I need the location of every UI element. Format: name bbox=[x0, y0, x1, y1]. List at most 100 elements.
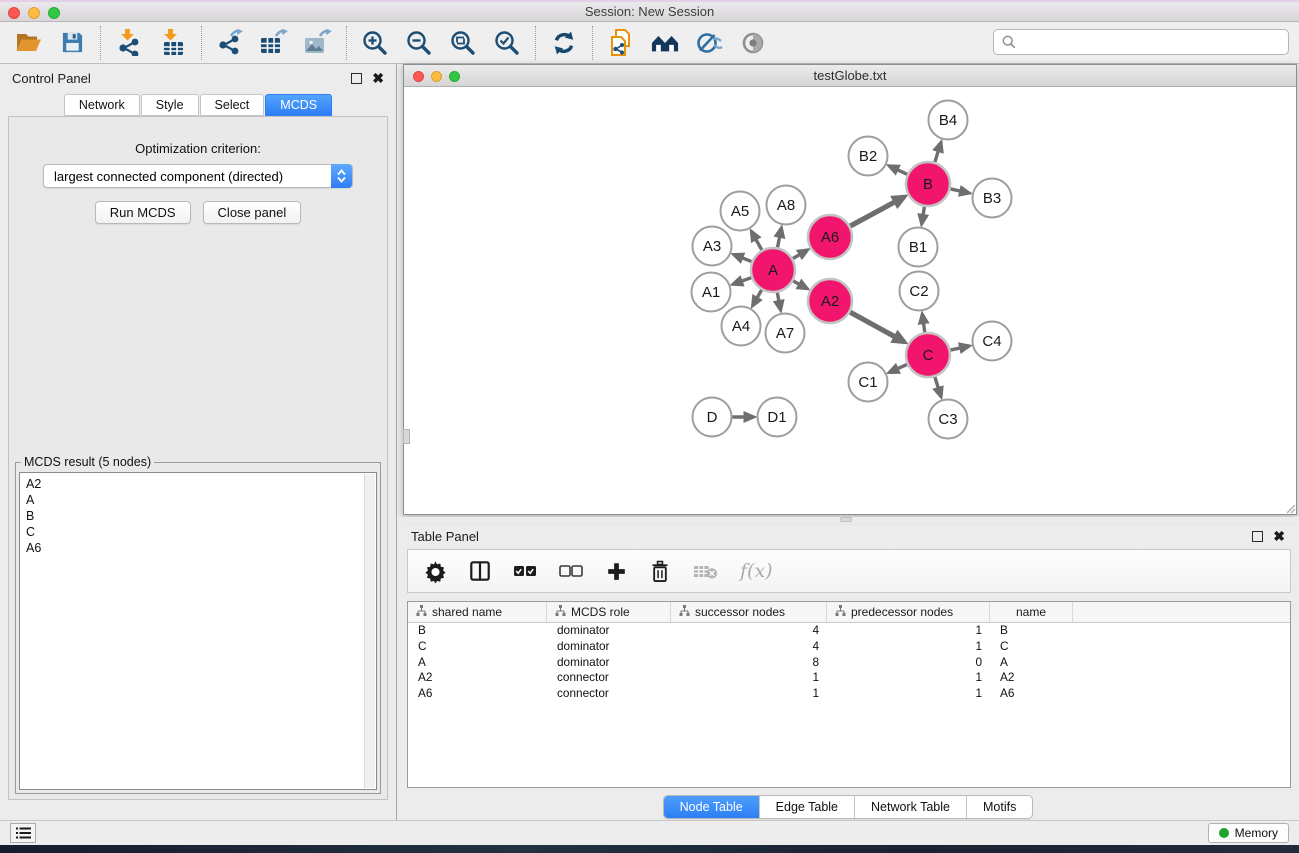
export-image-icon[interactable] bbox=[304, 29, 332, 57]
close-panel-icon[interactable]: ✖ bbox=[372, 73, 384, 84]
close-panel-button[interactable]: Close panel bbox=[203, 201, 302, 224]
edge-A-A4[interactable] bbox=[753, 290, 762, 306]
table-float-panel-icon[interactable] bbox=[1252, 531, 1263, 542]
table-row[interactable]: A6connector11A6 bbox=[408, 686, 1290, 702]
add-column-icon[interactable] bbox=[605, 558, 627, 584]
tab-select[interactable]: Select bbox=[200, 94, 265, 116]
edge-A-A6[interactable] bbox=[793, 250, 808, 258]
close-window-button[interactable] bbox=[8, 7, 20, 19]
result-scrollbar[interactable] bbox=[364, 474, 375, 788]
cell-mcds_role[interactable]: dominator bbox=[547, 623, 671, 639]
cell-predecessor_nodes[interactable]: 0 bbox=[827, 655, 990, 671]
result-item[interactable]: C bbox=[26, 524, 370, 540]
cell-name[interactable]: B bbox=[990, 623, 1073, 639]
node-B3[interactable]: B3 bbox=[973, 179, 1012, 218]
tab-edge-table[interactable]: Edge Table bbox=[760, 796, 855, 818]
network-graph[interactable]: B4B2BB3A8A5A6A3B1AC2A1A2A4A7C4CC1C3DD1 bbox=[404, 87, 1296, 514]
node-B2[interactable]: B2 bbox=[849, 137, 888, 176]
edge-B-B3[interactable] bbox=[950, 189, 969, 193]
node-B1[interactable]: B1 bbox=[899, 228, 938, 267]
show-all-icon[interactable] bbox=[739, 29, 767, 57]
node-A6[interactable]: A6 bbox=[808, 215, 852, 259]
node-C2[interactable]: C2 bbox=[900, 272, 939, 311]
import-network-icon[interactable] bbox=[115, 29, 143, 57]
table-settings-gear-icon[interactable] bbox=[424, 558, 447, 584]
task-history-button[interactable] bbox=[10, 823, 36, 843]
function-builder-icon[interactable]: f(x) bbox=[740, 558, 773, 584]
minimize-window-button[interactable] bbox=[28, 7, 40, 19]
float-panel-icon[interactable] bbox=[351, 73, 362, 84]
splitter-grip[interactable] bbox=[840, 517, 852, 522]
tab-style[interactable]: Style bbox=[141, 94, 199, 116]
save-session-icon[interactable] bbox=[58, 29, 86, 57]
network-window-titlebar[interactable]: testGlobe.txt bbox=[404, 65, 1296, 87]
edge-A-A8[interactable] bbox=[778, 228, 782, 247]
export-table-icon[interactable] bbox=[260, 29, 288, 57]
toggle-columns-icon[interactable] bbox=[469, 558, 491, 584]
edge-C-C4[interactable] bbox=[950, 346, 969, 350]
mcds-result-list[interactable]: A2ABCA6 bbox=[19, 472, 377, 790]
edge-A-A5[interactable] bbox=[751, 232, 761, 250]
hide-selected-icon[interactable] bbox=[695, 29, 723, 57]
run-mcds-button[interactable]: Run MCDS bbox=[95, 201, 191, 224]
select-all-checkboxes-icon[interactable] bbox=[513, 558, 537, 584]
zoom-in-icon[interactable] bbox=[361, 29, 389, 57]
edge-A6-B[interactable] bbox=[850, 197, 904, 226]
cell-successor_nodes[interactable]: 4 bbox=[671, 639, 827, 655]
tab-mcds[interactable]: MCDS bbox=[265, 94, 332, 116]
column-header-shared-name[interactable]: shared name bbox=[408, 602, 547, 622]
edge-C-C3[interactable] bbox=[935, 377, 941, 397]
result-item[interactable]: A6 bbox=[26, 540, 370, 556]
edge-B-B1[interactable] bbox=[922, 207, 925, 224]
cell-mcds_role[interactable]: connector bbox=[547, 670, 671, 686]
column-header-name[interactable]: name bbox=[990, 602, 1073, 622]
edge-C-C2[interactable] bbox=[922, 314, 925, 332]
canvas-side-grip[interactable] bbox=[403, 429, 410, 444]
search-input[interactable] bbox=[1022, 35, 1280, 50]
cell-successor_nodes[interactable]: 1 bbox=[671, 670, 827, 686]
new-network-from-selection-icon[interactable] bbox=[607, 29, 635, 57]
zoom-fit-icon[interactable] bbox=[449, 29, 477, 57]
node-D[interactable]: D bbox=[693, 398, 732, 437]
edge-B-B2[interactable] bbox=[889, 166, 907, 174]
tab-node-table[interactable]: Node Table bbox=[664, 796, 760, 818]
import-table-icon[interactable] bbox=[159, 29, 187, 57]
cell-predecessor_nodes[interactable]: 1 bbox=[827, 623, 990, 639]
node-table[interactable]: shared nameMCDS rolesuccessor nodesprede… bbox=[407, 601, 1291, 788]
node-C1[interactable]: C1 bbox=[849, 363, 888, 402]
delete-table-icon[interactable] bbox=[693, 558, 718, 584]
zoom-window-button[interactable] bbox=[48, 7, 60, 19]
column-header-successor-nodes[interactable]: successor nodes bbox=[671, 602, 827, 622]
cell-mcds_role[interactable]: dominator bbox=[547, 639, 671, 655]
cell-successor_nodes[interactable]: 8 bbox=[671, 655, 827, 671]
zoom-out-icon[interactable] bbox=[405, 29, 433, 57]
delete-columns-icon[interactable] bbox=[649, 558, 671, 584]
node-A[interactable]: A bbox=[751, 248, 795, 292]
cell-mcds_role[interactable]: connector bbox=[547, 686, 671, 702]
cell-name[interactable]: A6 bbox=[990, 686, 1073, 702]
node-D1[interactable]: D1 bbox=[758, 398, 797, 437]
node-B4[interactable]: B4 bbox=[929, 101, 968, 140]
result-item[interactable]: A2 bbox=[26, 476, 370, 492]
tab-network-table[interactable]: Network Table bbox=[855, 796, 967, 818]
cell-name[interactable]: C bbox=[990, 639, 1073, 655]
node-A5[interactable]: A5 bbox=[721, 192, 760, 231]
cell-mcds_role[interactable]: dominator bbox=[547, 655, 671, 671]
node-C4[interactable]: C4 bbox=[973, 322, 1012, 361]
edge-A2-C[interactable] bbox=[850, 312, 904, 342]
cell-predecessor_nodes[interactable]: 1 bbox=[827, 639, 990, 655]
node-A8[interactable]: A8 bbox=[767, 186, 806, 225]
window-resize-grip[interactable] bbox=[1284, 502, 1296, 514]
node-C3[interactable]: C3 bbox=[929, 400, 968, 439]
table-row[interactable]: A2connector11A2 bbox=[408, 670, 1290, 686]
edge-A-A3[interactable] bbox=[734, 255, 752, 262]
network-minimize-button[interactable] bbox=[431, 71, 442, 82]
cell-name[interactable]: A bbox=[990, 655, 1073, 671]
node-A1[interactable]: A1 bbox=[692, 273, 731, 312]
deselect-all-checkboxes-icon[interactable] bbox=[559, 558, 583, 584]
cell-shared_name[interactable]: A bbox=[408, 655, 547, 671]
result-item[interactable]: A bbox=[26, 492, 370, 508]
cell-shared_name[interactable]: C bbox=[408, 639, 547, 655]
node-C[interactable]: C bbox=[906, 333, 950, 377]
table-row[interactable]: Adominator80A bbox=[408, 655, 1290, 671]
